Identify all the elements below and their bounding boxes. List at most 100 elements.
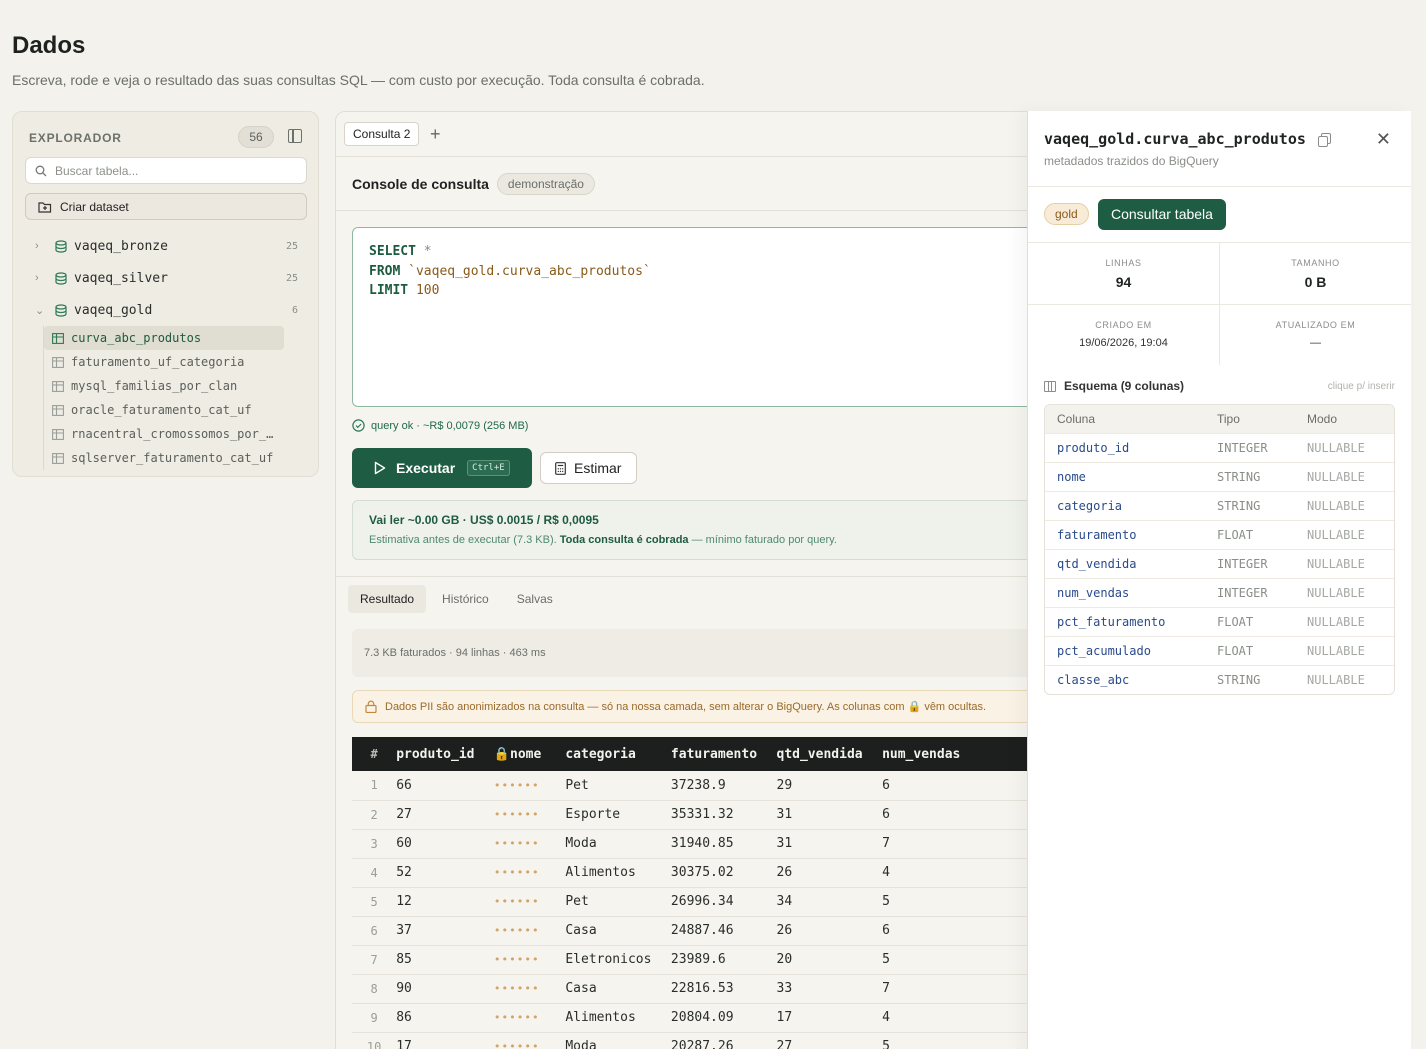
schema-row[interactable]: pct_faturamento FLOAT NULLABLE — [1045, 607, 1394, 636]
console-header: Console de consulta demonstração — [352, 173, 595, 195]
schema-row[interactable]: num_vendas INTEGER NULLABLE — [1045, 578, 1394, 607]
table-item-oracle-faturamento-cat-uf[interactable]: oracle_faturamento_cat_uf — [44, 398, 284, 422]
table-details-panel: vaqeq_gold.curva_abc_produtos ✕ metadado… — [1027, 111, 1411, 1049]
create-dataset-button[interactable]: Criar dataset — [25, 193, 307, 220]
copy-icon[interactable] — [1317, 132, 1331, 147]
cell-categoria: Alimentos — [565, 858, 671, 888]
tab-salvas[interactable]: Salvas — [505, 585, 565, 613]
cell-qtd-vendida: 31 — [776, 829, 883, 859]
row-index: 6 — [352, 916, 397, 946]
schema-col-name: qtd_vendida — [1045, 549, 1205, 578]
dataset-item-gold[interactable]: ⌄ vaqeq_gold 6 — [13, 294, 318, 326]
schema-row[interactable]: categoria STRING NULLABLE — [1045, 491, 1394, 520]
schema-row[interactable]: nome STRING NULLABLE — [1045, 462, 1394, 491]
sql-limit-value: 100 — [415, 283, 440, 298]
stat-size-label: TAMANHO — [1291, 258, 1340, 268]
cell-num-vendas: 7 — [882, 829, 1034, 859]
cell-categoria: Moda — [565, 1032, 671, 1049]
schema-col-header: Modo — [1295, 405, 1394, 433]
schema-row[interactable]: qtd_vendida INTEGER NULLABLE — [1045, 549, 1394, 578]
cell-faturamento: 23989.6 — [670, 945, 777, 975]
table-name: sqlserver_faturamento_cat_uf — [71, 451, 274, 465]
col-header-faturamento[interactable]: faturamento — [671, 737, 777, 771]
tab-resultado[interactable]: Resultado — [348, 585, 427, 613]
stat-rows: LINHAS 94 — [1028, 258, 1219, 290]
sql-editor[interactable]: SELECT * FROM `vaqeq_gold.curva_abc_prod… — [352, 227, 1034, 407]
cell-faturamento: 37238.9 — [670, 771, 777, 801]
col-header-produto-id[interactable]: produto_id — [396, 737, 494, 771]
estimate-sub-bold: Toda consulta é cobrada — [559, 534, 689, 546]
table-item-rnacentral-cromossomos[interactable]: rnacentral_cromossomos_por_… — [44, 422, 284, 446]
schema-col-type: STRING — [1205, 665, 1295, 694]
add-tab-button[interactable]: + — [430, 122, 441, 146]
search-field[interactable] — [25, 157, 307, 184]
col-header-nome[interactable]: 🔒nome — [494, 737, 566, 771]
sql-keyword: FROM — [369, 263, 401, 279]
cell-num-vendas: 5 — [882, 945, 1034, 975]
schema-col-mode: NULLABLE — [1295, 462, 1394, 491]
divider — [1219, 243, 1220, 304]
masked-value: •••••• — [493, 895, 540, 908]
query-status: query ok · ~R$ 0,0079 (256 MB) — [352, 419, 528, 432]
schema-col-mode: NULLABLE — [1295, 433, 1394, 462]
grid-header-row: # produto_id 🔒nome categoria faturamento… — [352, 737, 1034, 771]
estimate-label: Estimar — [574, 460, 622, 476]
table-item-sqlserver-faturamento-cat-uf[interactable]: sqlserver_faturamento_cat_uf — [44, 446, 284, 470]
tab-consulta-2[interactable]: Consulta 2 — [344, 122, 420, 146]
schema-row[interactable]: pct_acumulado FLOAT NULLABLE — [1045, 636, 1394, 665]
row-index: 10 — [352, 1032, 397, 1049]
cell-nome-masked: •••••• — [493, 916, 566, 946]
cell-nome-masked: •••••• — [493, 829, 566, 859]
query-table-button[interactable]: Consultar tabela — [1098, 199, 1226, 230]
cell-qtd-vendida: 34 — [776, 887, 883, 917]
collapse-sidebar-icon[interactable] — [288, 129, 302, 143]
stat-updated-value: — — [1310, 337, 1321, 349]
cell-faturamento: 31940.85 — [670, 829, 777, 859]
schema-row[interactable]: produto_id INTEGER NULLABLE — [1045, 433, 1394, 462]
masked-value: •••••• — [493, 837, 540, 850]
col-header-categoria[interactable]: categoria — [565, 737, 671, 771]
table-item-faturamento-uf-categoria[interactable]: faturamento_uf_categoria — [44, 350, 284, 374]
col-header-qtd-vendida[interactable]: qtd_vendida — [777, 737, 883, 771]
col-header-num-vendas[interactable]: num_vendas — [882, 737, 1034, 771]
pii-notice: Dados PII são anonimizados na consulta —… — [352, 690, 1034, 723]
table-row: 1 66 •••••• Pet 37238.9 29 6 — [352, 771, 1034, 801]
estimate-box: Vai ler ~0.00 GB · US$ 0.0015 / R$ 0,009… — [352, 500, 1034, 560]
cell-categoria: Moda — [565, 829, 671, 859]
chevron-right-icon[interactable]: › — [35, 240, 45, 252]
table-icon — [52, 356, 64, 368]
shortcut-badge: Ctrl+E — [467, 460, 510, 476]
execute-button[interactable]: Executar Ctrl+E — [352, 448, 532, 488]
console-title: Console de consulta — [352, 176, 489, 192]
schema-col-name: num_vendas — [1045, 578, 1205, 607]
cell-produto-id: 12 — [396, 887, 494, 917]
table-row: 9 86 •••••• Alimentos 20804.09 17 4 — [352, 1003, 1034, 1033]
dataset-count: 25 — [285, 240, 298, 252]
tab-historico[interactable]: Histórico — [430, 585, 501, 613]
query-tabs-bar: Consulta 2 + — [336, 112, 1034, 157]
table-icon — [52, 404, 64, 416]
chevron-down-icon[interactable]: ⌄ — [35, 304, 45, 317]
schema-row[interactable]: classe_abc STRING NULLABLE — [1045, 665, 1394, 694]
dataset-item-bronze[interactable]: › vaqeq_bronze 25 — [13, 230, 318, 262]
result-grid: # produto_id 🔒nome categoria faturamento… — [352, 737, 1034, 1049]
schema-row[interactable]: faturamento FLOAT NULLABLE — [1045, 520, 1394, 549]
dataset-item-silver[interactable]: › vaqeq_silver 25 — [13, 262, 318, 294]
table-item-mysql-familias-por-clan[interactable]: mysql_familias_por_clan — [44, 374, 284, 398]
stat-updated: ATUALIZADO EM — — [1220, 320, 1411, 349]
gold-table-list: curva_abc_produtos faturamento_uf_catego… — [43, 326, 318, 470]
table-item-curva-abc-produtos[interactable]: curva_abc_produtos — [44, 326, 284, 350]
table-row: 2 27 •••••• Esporte 35331.32 31 6 — [352, 800, 1034, 830]
row-index: 2 — [352, 800, 397, 830]
cell-qtd-vendida: 33 — [776, 974, 883, 1004]
close-icon[interactable]: ✕ — [1376, 129, 1391, 149]
schema-col-type: FLOAT — [1205, 520, 1295, 549]
schema-body: produto_id INTEGER NULLABLE nome STRING NULLA… — [1045, 433, 1394, 694]
estimate-button[interactable]: Estimar — [540, 452, 637, 484]
row-index: 1 — [352, 771, 397, 801]
row-index: 5 — [352, 887, 397, 917]
search-input[interactable] — [55, 163, 295, 178]
table-icon — [52, 332, 64, 344]
cell-nome-masked: •••••• — [493, 945, 566, 975]
chevron-right-icon[interactable]: › — [35, 272, 45, 284]
